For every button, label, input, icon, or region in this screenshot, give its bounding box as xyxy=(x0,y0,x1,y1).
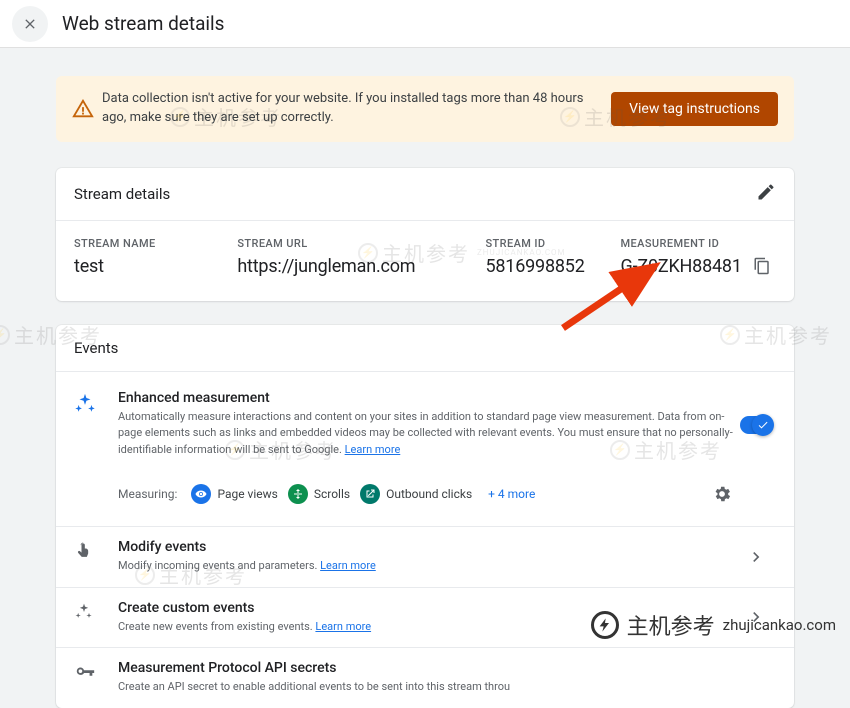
modify-events-desc: Modify incoming events and parameters. L… xyxy=(118,558,736,575)
api-secrets-row[interactable]: Measurement Protocol API secrets Create … xyxy=(56,647,794,708)
modify-events-title: Modify events xyxy=(118,539,736,555)
events-title: Events xyxy=(74,339,118,357)
stream-name-label: STREAM NAME xyxy=(74,237,215,250)
chevron-right-icon xyxy=(746,547,766,567)
events-card: Events Enhanced measurement Automaticall… xyxy=(56,325,794,708)
measurement-id-col: MEASUREMENT ID G-Z0ZKH88481 xyxy=(621,237,776,277)
create-custom-events-row[interactable]: Create custom events Create new events f… xyxy=(56,587,794,648)
page-title: Web stream details xyxy=(62,12,224,35)
enhanced-measurement-section: Enhanced measurement Automatically measu… xyxy=(56,371,794,527)
card-header: Stream details xyxy=(56,168,794,221)
api-secrets-title: Measurement Protocol API secrets xyxy=(118,660,776,676)
chip-page-views: Page views xyxy=(191,484,277,504)
key-icon xyxy=(74,662,96,684)
stream-id-col: STREAM ID 5816998852 xyxy=(485,237,598,277)
measuring-row: Measuring: Page views Scrolls Outbound c… xyxy=(118,458,736,508)
custom-events-title: Create custom events xyxy=(118,600,736,616)
more-measurements-link[interactable]: + 4 more xyxy=(488,487,535,501)
eye-icon xyxy=(191,484,211,504)
enhanced-settings-button[interactable] xyxy=(708,480,736,508)
gear-icon xyxy=(712,484,732,504)
stream-name-col: STREAM NAME test xyxy=(74,237,215,277)
measurement-id-value: G-Z0ZKH88481 xyxy=(621,256,748,277)
stream-details-card: Stream details STREAM NAME test STREAM U… xyxy=(56,168,794,301)
custom-events-desc: Create new events from existing events. … xyxy=(118,619,736,636)
copy-measurement-id-button[interactable] xyxy=(748,237,776,277)
enhanced-measurement-title: Enhanced measurement xyxy=(118,390,736,406)
stream-id-label: STREAM ID xyxy=(485,237,598,250)
sparkle-icon xyxy=(74,392,96,414)
chip-outbound: Outbound clicks xyxy=(360,484,472,504)
events-header: Events xyxy=(56,325,794,371)
copy-icon xyxy=(753,257,771,275)
chevron-right-icon xyxy=(746,607,766,627)
alert-text: Data collection isn't active for your we… xyxy=(94,90,611,128)
chevron xyxy=(736,600,776,636)
chip-scrolls: Scrolls xyxy=(288,484,350,504)
close-icon xyxy=(22,16,38,32)
enhanced-toggle-col xyxy=(736,390,776,509)
measuring-label: Measuring: xyxy=(118,487,177,501)
outbound-icon xyxy=(360,484,380,504)
stream-name-value: test xyxy=(74,256,215,277)
close-button[interactable] xyxy=(12,6,48,42)
measurement-id-label: MEASUREMENT ID xyxy=(621,237,748,250)
enhanced-measurement-desc: Automatically measure interactions and c… xyxy=(118,409,736,459)
stream-row: STREAM NAME test STREAM URL https://jung… xyxy=(74,237,776,277)
enhanced-measurement-toggle[interactable] xyxy=(740,416,772,434)
warning-icon xyxy=(72,98,94,120)
stream-details-body: STREAM NAME test STREAM URL https://jung… xyxy=(56,221,794,301)
stream-url-col: STREAM URL https://jungleman.com xyxy=(237,237,463,277)
custom-learn-more-link[interactable]: Learn more xyxy=(315,620,371,633)
modify-learn-more-link[interactable]: Learn more xyxy=(320,559,376,572)
stream-id-value: 5816998852 xyxy=(485,256,598,277)
modify-events-row[interactable]: Modify events Modify incoming events and… xyxy=(56,526,794,587)
content: Data collection isn't active for your we… xyxy=(0,48,850,708)
tap-icon xyxy=(74,541,94,561)
scroll-icon xyxy=(288,484,308,504)
header-bar: Web stream details xyxy=(0,0,850,48)
view-tag-instructions-button[interactable]: View tag instructions xyxy=(611,92,778,126)
api-secrets-desc: Create an API secret to enable additiona… xyxy=(118,679,776,696)
stream-url-label: STREAM URL xyxy=(237,237,463,250)
sparkles-icon xyxy=(74,602,94,622)
stream-details-title: Stream details xyxy=(74,185,170,203)
edit-button[interactable] xyxy=(756,182,776,206)
alert-banner: Data collection isn't active for your we… xyxy=(56,76,794,142)
enhanced-learn-more-link[interactable]: Learn more xyxy=(345,443,401,456)
pencil-icon xyxy=(756,182,776,202)
chevron xyxy=(736,539,776,575)
stream-url-value: https://jungleman.com xyxy=(237,256,463,277)
